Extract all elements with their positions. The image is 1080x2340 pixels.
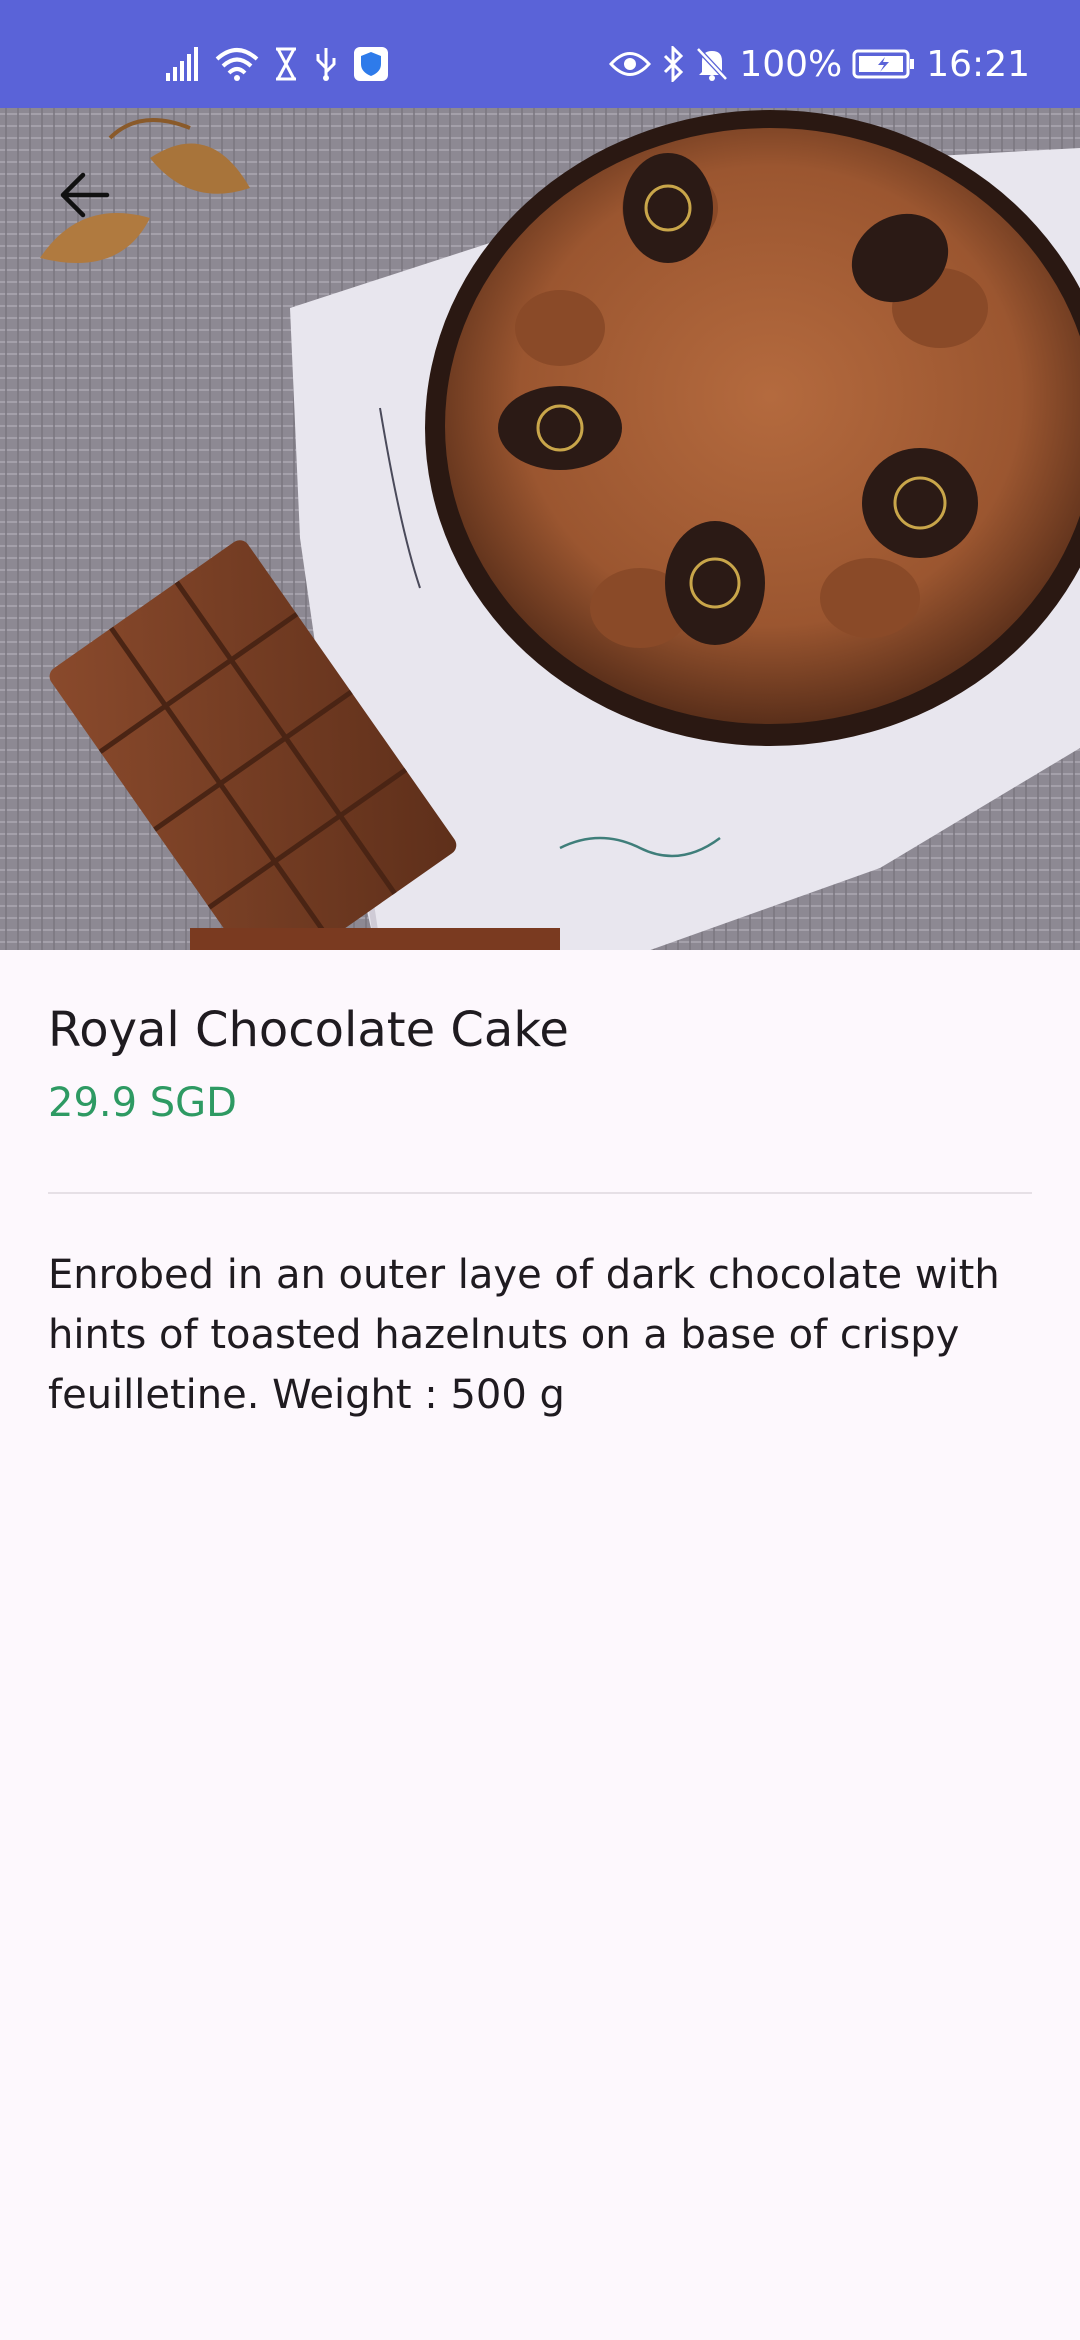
product-description: Enrobed in an outer laye of dark chocola… xyxy=(48,1252,1000,1418)
signal-icon xyxy=(166,47,198,81)
product-price: 29.9 SGD xyxy=(48,1080,237,1126)
status-bar: 100% 16:21 xyxy=(0,0,1080,108)
divider xyxy=(48,1192,1032,1194)
back-button[interactable] xyxy=(40,150,130,240)
product-image xyxy=(0,108,1080,950)
status-right: 100% 16:21 xyxy=(609,40,1030,88)
arrow-left-icon xyxy=(60,172,110,218)
usb-icon xyxy=(316,48,336,81)
eye-icon xyxy=(609,52,652,76)
status-left-icons xyxy=(165,40,389,88)
battery-percentage: 100% xyxy=(739,43,843,85)
bell-off-icon xyxy=(696,47,729,81)
hourglass-icon xyxy=(276,47,296,81)
bluetooth-icon xyxy=(664,46,684,82)
product-title: Royal Chocolate Cake xyxy=(48,1002,569,1058)
battery-icon xyxy=(852,49,915,79)
wifi-icon xyxy=(215,48,259,81)
clock: 16:21 xyxy=(926,43,1030,85)
shield-icon xyxy=(354,47,388,81)
